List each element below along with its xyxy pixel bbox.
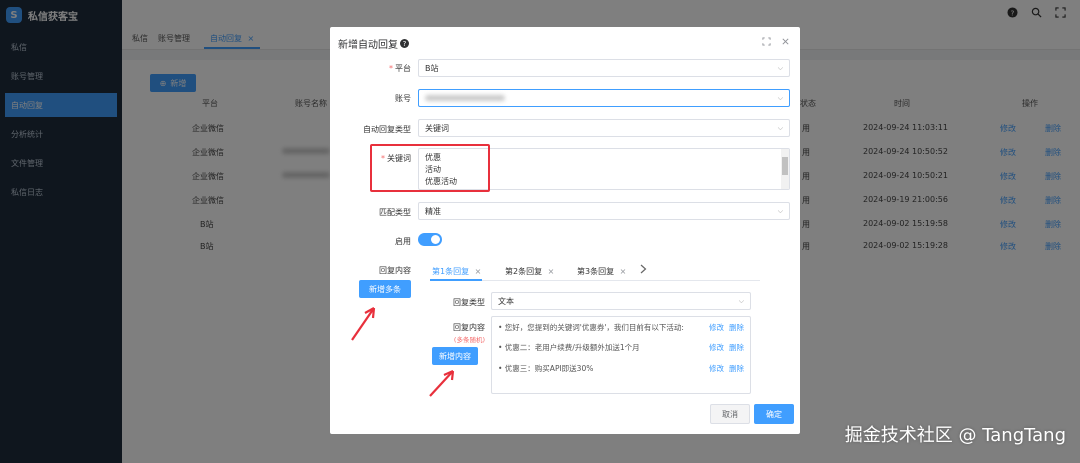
chevron-down-icon: ⌵ <box>738 297 744 305</box>
inner-reply-type-select[interactable]: 文本 ⌵ <box>491 292 751 310</box>
edit-link[interactable]: 修改 <box>709 322 724 334</box>
chevron-down-icon: ⌵ <box>777 64 783 72</box>
inner-reply-type-value: 文本 <box>498 296 514 306</box>
confirm-button[interactable]: 确定 <box>754 404 794 424</box>
tab-close-icon[interactable]: × <box>475 267 482 276</box>
edit-link[interactable]: 修改 <box>709 363 724 375</box>
arrow-annotation <box>429 369 455 397</box>
inner-reply-content-label: 回复内容 <box>453 323 485 332</box>
arrow-annotation <box>351 307 376 341</box>
textarea-scrollbar[interactable] <box>781 149 789 189</box>
match-type-label: 匹配类型 <box>379 208 411 217</box>
platform-value: B站 <box>425 63 439 73</box>
reply-type-value: 关键词 <box>425 123 449 133</box>
tab-close-icon[interactable]: × <box>620 267 627 276</box>
maximize-icon[interactable] <box>762 37 771 49</box>
cancel-button[interactable]: 取消 <box>710 404 750 424</box>
reply-type-label: 自动回复类型 <box>363 125 411 134</box>
close-icon[interactable] <box>781 37 790 49</box>
inner-reply-type-label: 回复类型 <box>453 298 485 307</box>
edit-link[interactable]: 修改 <box>709 342 724 354</box>
account-select[interactable]: ⌵ <box>418 89 790 107</box>
tab-reply-1[interactable]: 第1条回复 × <box>432 266 481 277</box>
match-type-value: 精准 <box>425 206 441 216</box>
account-label: 账号 <box>395 94 411 103</box>
chevron-down-icon: ⌵ <box>777 207 783 215</box>
platform-label: * 平台 <box>389 64 411 73</box>
dialog-title: 新增自动回复 ? <box>338 36 409 51</box>
tab-reply-3[interactable]: 第3条回复 × <box>577 266 626 277</box>
reply-content-list: • 您好，您提到的关键词'优惠券'，我们目前有以下活动: 修改 删除 • 优惠二：… <box>491 316 751 394</box>
reply-type-select[interactable]: 关键词 ⌵ <box>418 119 790 137</box>
question-icon[interactable]: ? <box>400 39 409 48</box>
tab-reply-2[interactable]: 第2条回复 × <box>505 266 554 277</box>
reply-tabs: 第1条回复 × 第2条回复 × 第3条回复 × <box>430 263 760 281</box>
delete-link[interactable]: 删除 <box>729 363 744 375</box>
dialog-title-text: 新增自动回复 <box>338 40 398 51</box>
delete-link[interactable]: 删除 <box>729 342 744 354</box>
highlight-box <box>370 144 490 192</box>
list-item: • 优惠二：老用户续费/升级额外加送1个月 修改 删除 <box>498 342 744 354</box>
platform-select[interactable]: B站 ⌵ <box>418 59 790 77</box>
add-auto-reply-dialog: 新增自动回复 ? * 平台 B站 ⌵ 账号 ⌵ 自动回复类型 关键词 ⌵ * 关键词… <box>330 27 800 434</box>
delete-link[interactable]: 删除 <box>729 322 744 334</box>
enabled-label: 启用 <box>395 237 411 246</box>
reply-content-label: 回复内容 <box>379 266 411 275</box>
tab-close-icon[interactable]: × <box>548 267 555 276</box>
list-item: • 优惠三：购买API即送30% 修改 删除 <box>498 363 744 375</box>
watermark: 掘金技术社区 @ TangTang <box>844 425 1066 446</box>
chevron-down-icon: ⌵ <box>777 94 783 102</box>
chevron-down-icon: ⌵ <box>777 124 783 132</box>
chevron-right-icon[interactable] <box>640 264 647 276</box>
add-multiple-button[interactable]: 新增多条 <box>359 280 411 298</box>
add-content-button[interactable]: 新增内容 <box>432 347 478 365</box>
list-item: • 您好，您提到的关键词'优惠券'，我们目前有以下活动: 修改 删除 <box>498 322 744 334</box>
match-type-select[interactable]: 精准 ⌵ <box>418 202 790 220</box>
random-hint: (多条随机) <box>453 336 485 344</box>
enabled-toggle[interactable] <box>418 233 442 246</box>
account-value-redacted <box>425 95 505 101</box>
active-tab-indicator <box>430 279 482 281</box>
